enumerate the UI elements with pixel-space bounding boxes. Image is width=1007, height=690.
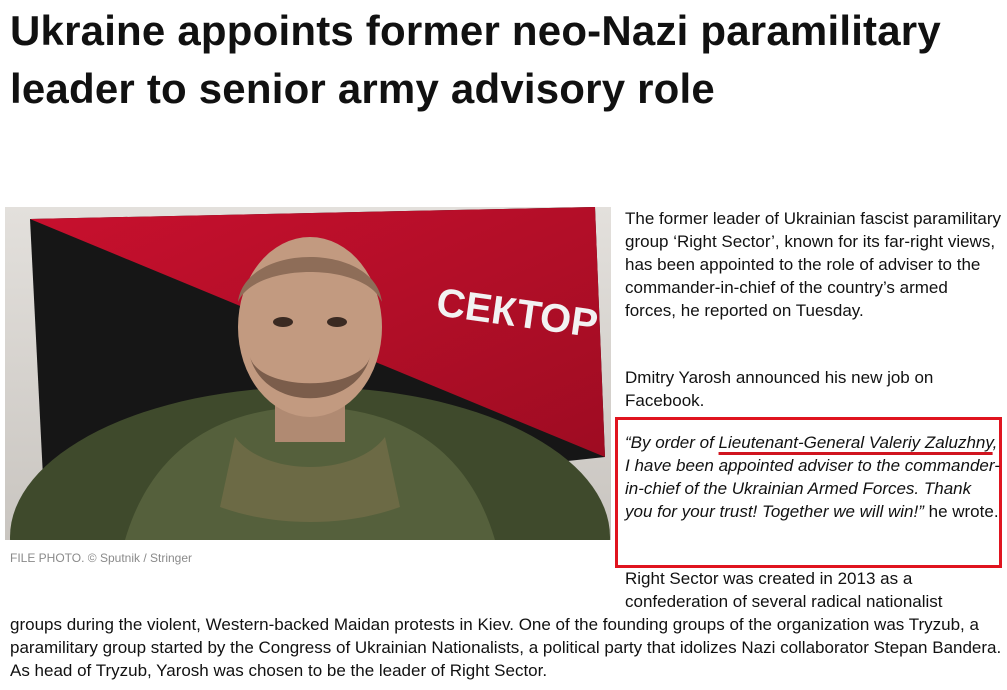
article-headline: Ukraine appoints former neo-Nazi paramil… bbox=[10, 7, 941, 112]
quote-attribution: he wrote. bbox=[923, 502, 999, 521]
photo-illustration: СЕКТОР bbox=[5, 207, 611, 540]
article-photo: СЕКТОР bbox=[5, 207, 611, 540]
photo-caption: FILE PHOTO. © Sputnik / Stringer bbox=[10, 551, 193, 565]
paragraph-right-sector-continued: groups during the violent, Western-backe… bbox=[10, 615, 1002, 680]
quote-lead: “By order of bbox=[625, 433, 719, 452]
paragraph-right-sector-start: Right Sector was created in 2013 as a co… bbox=[625, 569, 943, 611]
paragraph-announcement: Dmitry Yarosh announced his new job on F… bbox=[625, 368, 934, 410]
quote-paragraph: “By order of Lieutenant-General Valeriy … bbox=[625, 431, 1003, 523]
quote-highlight-name: Lieutenant-General Valeriy Zaluzhny bbox=[718, 433, 993, 452]
paragraph-intro: The former leader of Ukrainian fascist p… bbox=[625, 209, 1002, 320]
